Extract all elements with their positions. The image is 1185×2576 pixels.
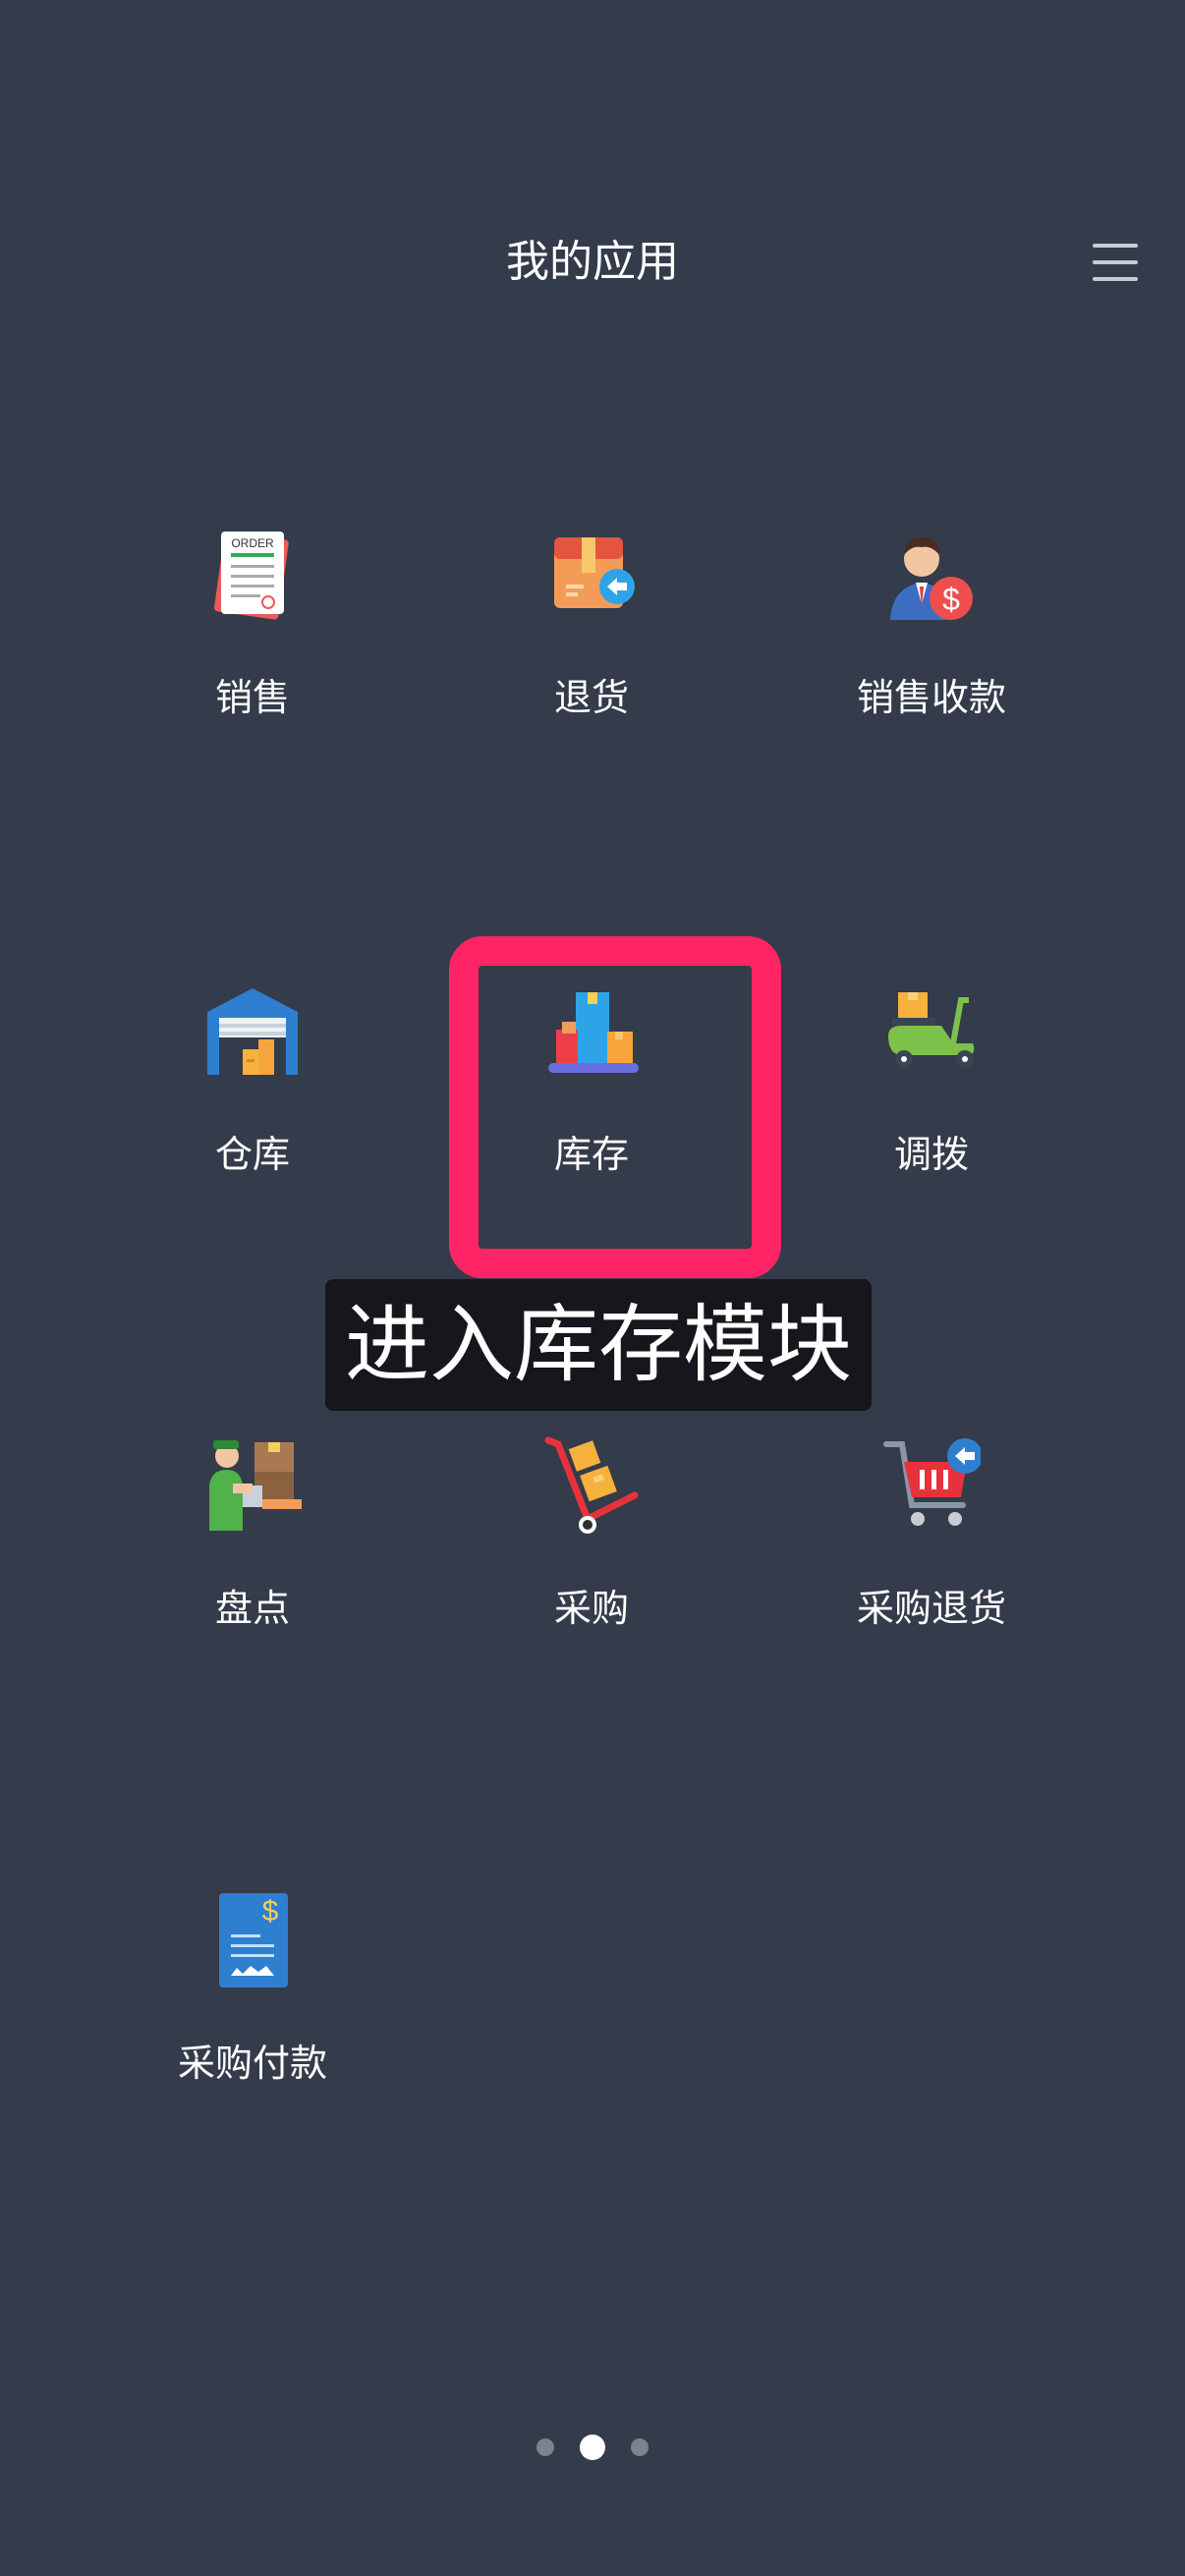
app-label: 采购付款 xyxy=(177,2042,327,2085)
page-dot-active[interactable] xyxy=(580,2435,605,2460)
app-transfer[interactable]: 调拨 xyxy=(804,982,1059,1238)
app-label: 调拨 xyxy=(893,1133,969,1176)
caption-banner: 进入库存模块 xyxy=(325,1279,872,1411)
app-purchase-return[interactable]: 采购退货 xyxy=(804,1436,1059,1692)
app-label: 销售收款 xyxy=(856,676,1006,719)
menu-button[interactable] xyxy=(1089,238,1142,287)
menu-line xyxy=(1093,260,1138,264)
app-stocktake[interactable]: 盘点 xyxy=(125,1436,380,1692)
invoice-dollar-icon: $ xyxy=(203,1891,302,1989)
app-return[interactable]: 退货 xyxy=(464,526,719,781)
app-label: 仓库 xyxy=(214,1133,290,1176)
app-purchase[interactable]: 采购 xyxy=(464,1436,719,1692)
app-label: 销售 xyxy=(214,676,290,719)
app-sales-payment[interactable]: $ 销售收款 xyxy=(804,526,1059,781)
app-label: 采购退货 xyxy=(856,1587,1006,1630)
app-label: 退货 xyxy=(553,676,629,719)
order-text: ORDER xyxy=(231,536,274,550)
dollar-text: $ xyxy=(262,1895,279,1928)
page-indicator xyxy=(0,2435,1185,2464)
highlight-box xyxy=(449,936,781,1278)
app-sales[interactable]: ORDER 销售 xyxy=(125,526,380,781)
app-label: 采购 xyxy=(553,1587,629,1630)
salesman-money-icon: $ xyxy=(882,526,981,624)
worker-boxes-icon xyxy=(203,1436,302,1535)
dollar-text: $ xyxy=(942,582,960,617)
order-document-icon: ORDER xyxy=(203,526,302,624)
menu-line xyxy=(1093,244,1138,248)
header-title: 我的应用 xyxy=(506,237,679,287)
return-box-icon xyxy=(542,526,641,624)
app-label: 盘点 xyxy=(214,1587,290,1630)
scooter-delivery-icon xyxy=(882,982,981,1081)
app-warehouse[interactable]: 仓库 xyxy=(125,982,380,1238)
menu-line xyxy=(1093,277,1138,281)
cart-return-icon xyxy=(882,1436,981,1535)
page-dot[interactable] xyxy=(536,2438,554,2456)
page-dot[interactable] xyxy=(631,2438,649,2456)
warehouse-icon xyxy=(203,982,302,1081)
hand-truck-icon xyxy=(542,1436,641,1535)
app-purchase-payment[interactable]: $ 采购付款 xyxy=(125,1891,380,2147)
